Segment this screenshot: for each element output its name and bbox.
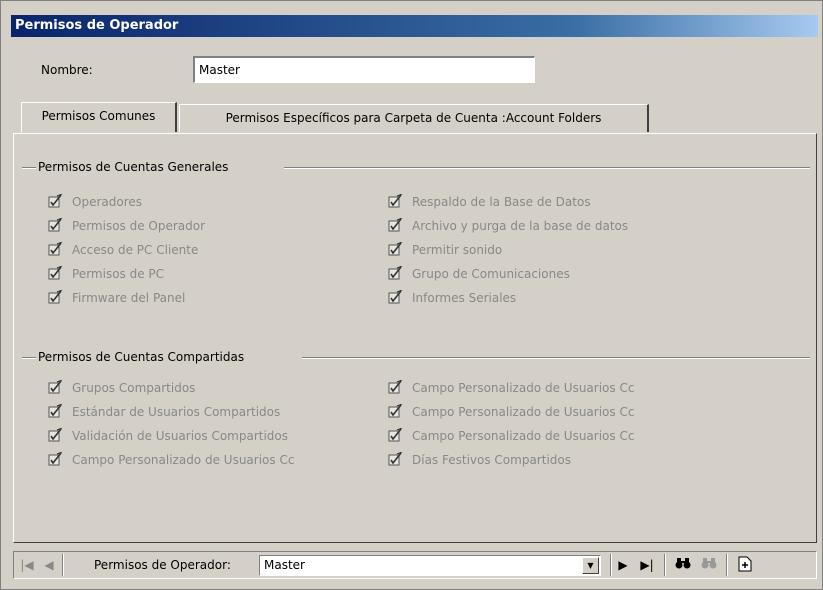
perm-general-right-0[interactable]: Respaldo de la Base de Datos [388, 193, 591, 212]
checked-pencil-icon [388, 193, 404, 208]
checked-pencil-icon [388, 379, 404, 394]
perm-label: Acceso de PC Cliente [72, 243, 199, 257]
perm-label: Informes Seriales [412, 291, 517, 305]
find-button[interactable] [674, 556, 692, 574]
last-record-icon: ▶| [640, 558, 654, 572]
next-record-button[interactable]: ▶ [614, 556, 632, 574]
new-record-button[interactable] [736, 556, 754, 574]
perm-shared-right-0[interactable]: Campo Personalizado de Usuarios Cc [388, 379, 635, 398]
perm-label: Archivo y purga de la base de datos [412, 219, 629, 233]
permissions-panel: Permisos de Cuentas Generales Operadores… [13, 133, 817, 543]
perm-shared-right-2[interactable]: Campo Personalizado de Usuarios Cc [388, 427, 635, 446]
perm-general-left-3[interactable]: Permisos de PC [48, 265, 165, 284]
toolbar-separator [62, 554, 64, 576]
binoculars-next-icon [701, 558, 717, 569]
perm-label: Permitir sonido [412, 243, 503, 257]
perm-shared-left-1[interactable]: Estándar de Usuarios Compartidos [48, 403, 281, 422]
perm-label: Firmware del Panel [72, 291, 186, 305]
perm-general-right-4[interactable]: Informes Seriales [388, 289, 517, 308]
perm-label: Grupo de Comunicaciones [412, 267, 570, 281]
new-record-icon [738, 556, 752, 572]
prev-record-button[interactable]: ◀ [40, 556, 58, 574]
checked-pencil-icon [48, 241, 64, 256]
checked-pencil-icon [48, 193, 64, 208]
checked-pencil-icon [388, 451, 404, 466]
perm-general-left-4[interactable]: Firmware del Panel [48, 289, 186, 308]
checked-pencil-icon [48, 451, 64, 466]
window-title: Permisos de Operador [11, 15, 818, 37]
shared-group-label: Permisos de Cuentas Compartidas [36, 350, 247, 364]
shared-group-header: Permisos de Cuentas Compartidas [22, 350, 810, 364]
chevron-down-icon[interactable]: ▼ [582, 557, 599, 574]
perm-shared-right-3[interactable]: Días Festivos Compartidos [388, 451, 571, 470]
tab-account-folder-permissions[interactable]: Permisos Específicos para Carpeta de Cue… [179, 104, 649, 132]
perm-shared-right-1[interactable]: Campo Personalizado de Usuarios Cc [388, 403, 635, 422]
perm-shared-left-0[interactable]: Grupos Compartidos [48, 379, 196, 398]
perm-general-right-3[interactable]: Grupo de Comunicaciones [388, 265, 570, 284]
checked-pencil-icon [48, 379, 64, 394]
record-navigator: |◀ ◀ Permisos de Operador: Master ▼ ▶ ▶| [13, 551, 817, 579]
prev-record-icon: ◀ [44, 558, 54, 572]
next-record-icon: ▶ [618, 558, 628, 572]
checked-pencil-icon [48, 217, 64, 232]
first-record-button[interactable]: |◀ [18, 556, 36, 574]
checked-pencil-icon [388, 427, 404, 442]
perm-label: Permisos de Operador [72, 219, 206, 233]
name-label: Nombre: [41, 63, 93, 77]
first-record-icon: |◀ [20, 558, 34, 572]
checked-pencil-icon [388, 241, 404, 256]
perm-label: Permisos de PC [72, 267, 165, 281]
perm-label: Campo Personalizado de Usuarios Cc [72, 453, 295, 467]
perm-general-left-1[interactable]: Permisos de Operador [48, 217, 206, 236]
find-next-button[interactable] [700, 556, 718, 574]
perm-general-right-2[interactable]: Permitir sonido [388, 241, 503, 260]
perm-label: Estándar de Usuarios Compartidos [72, 405, 281, 419]
checked-pencil-icon [48, 403, 64, 418]
navigator-label: Permisos de Operador: [94, 558, 231, 572]
general-group-label: Permisos de Cuentas Generales [36, 160, 231, 174]
last-record-button[interactable]: ▶| [638, 556, 656, 574]
checked-pencil-icon [48, 427, 64, 442]
checked-pencil-icon [388, 217, 404, 232]
perm-general-left-2[interactable]: Acceso de PC Cliente [48, 241, 199, 260]
perm-label: Grupos Compartidos [72, 381, 196, 395]
perm-label: Respaldo de la Base de Datos [412, 195, 591, 209]
checked-pencil-icon [388, 265, 404, 280]
perm-label: Validación de Usuarios Compartidos [72, 429, 289, 443]
perm-shared-left-3[interactable]: Campo Personalizado de Usuarios Cc [48, 451, 295, 470]
perm-label: Campo Personalizado de Usuarios Cc [412, 429, 635, 443]
perm-general-left-0[interactable]: Operadores [48, 193, 142, 212]
toolbar-separator [726, 554, 728, 576]
perm-shared-left-2[interactable]: Validación de Usuarios Compartidos [48, 427, 289, 446]
binoculars-icon [675, 558, 691, 569]
operator-permissions-window: Permisos de Operador Nombre: Permisos Co… [0, 0, 823, 590]
checked-pencil-icon [388, 289, 404, 304]
perm-label: Campo Personalizado de Usuarios Cc [412, 381, 635, 395]
toolbar-separator [610, 554, 612, 576]
perm-label: Días Festivos Compartidos [412, 453, 571, 467]
perm-label: Operadores [72, 195, 142, 209]
perm-general-right-1[interactable]: Archivo y purga de la base de datos [388, 217, 629, 236]
toolbar-separator [664, 554, 666, 576]
checked-pencil-icon [48, 289, 64, 304]
tab-common-permissions[interactable]: Permisos Comunes [21, 102, 177, 132]
operator-select-value: Master [264, 558, 305, 572]
checked-pencil-icon [388, 403, 404, 418]
general-group-header: Permisos de Cuentas Generales [22, 160, 810, 174]
checked-pencil-icon [48, 265, 64, 280]
operator-select[interactable]: Master ▼ [259, 555, 601, 576]
perm-label: Campo Personalizado de Usuarios Cc [412, 405, 635, 419]
name-field[interactable] [193, 56, 535, 83]
